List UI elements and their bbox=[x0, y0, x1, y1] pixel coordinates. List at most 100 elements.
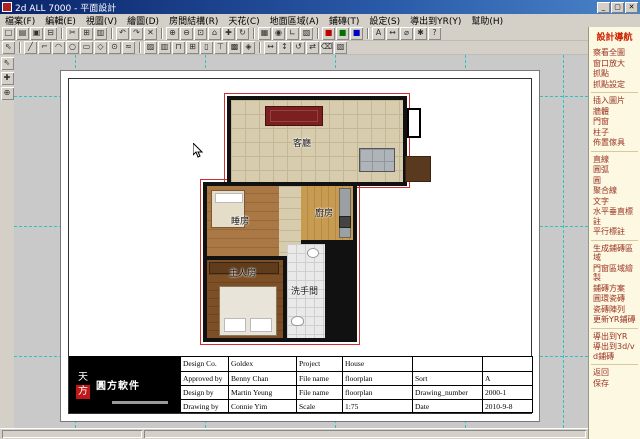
pointer-icon[interactable]: ⇖ bbox=[1, 57, 14, 70]
spline-icon[interactable]: ≈ bbox=[122, 41, 135, 54]
nav-item[interactable]: 平行標註 bbox=[591, 226, 638, 237]
print-icon[interactable]: ⊟ bbox=[44, 27, 57, 40]
nav-item[interactable]: 更新YR鋪磚 bbox=[591, 314, 638, 325]
panel-title: 設計導航 bbox=[589, 27, 640, 45]
ortho-icon[interactable]: ∟ bbox=[286, 27, 299, 40]
nav-item[interactable]: 返回 bbox=[591, 367, 638, 378]
pan-icon[interactable]: ✚ bbox=[222, 27, 235, 40]
dimension-horizontal-icon[interactable]: ↔ bbox=[264, 41, 277, 54]
save-file-icon[interactable]: ▣ bbox=[30, 27, 43, 40]
new-file-icon[interactable]: □ bbox=[2, 27, 15, 40]
erase-icon[interactable]: ⌫ bbox=[320, 41, 333, 54]
nav-item[interactable]: 抓點 bbox=[591, 68, 638, 79]
dimension-vertical-icon[interactable]: ↕ bbox=[278, 41, 291, 54]
circle-icon[interactable]: ○ bbox=[66, 41, 79, 54]
furniture-icon[interactable]: ⊤ bbox=[214, 41, 227, 54]
select-icon[interactable]: ⇖ bbox=[2, 41, 15, 54]
menu-item[interactable]: 導出到YR(Y) bbox=[405, 14, 466, 27]
menu-item[interactable]: 檔案(F) bbox=[0, 14, 40, 27]
nav-item[interactable]: 生成鋪磚區域 bbox=[591, 243, 638, 263]
image-icon[interactable]: ▧ bbox=[334, 41, 347, 54]
drawing-canvas[interactable]: 客廳 睡房 廚房 主人房 洗手間 天 方 圓方軟件 Design Co.Gold… bbox=[14, 55, 588, 428]
nav-item[interactable]: 佈置傢具 bbox=[591, 137, 638, 148]
menu-item[interactable]: 房間結構(R) bbox=[164, 14, 223, 27]
nav-item[interactable]: 圓環瓷磚 bbox=[591, 293, 638, 304]
status-cell bbox=[2, 430, 142, 438]
menu-item[interactable]: 設定(S) bbox=[364, 14, 405, 27]
measure-icon[interactable]: ⌀ bbox=[400, 27, 413, 40]
ellipse-icon[interactable]: ⊙ bbox=[108, 41, 121, 54]
nav-item[interactable]: 門窗 bbox=[591, 116, 638, 127]
hand-pan-icon[interactable]: ✚ bbox=[1, 72, 14, 85]
close-button[interactable]: ✕ bbox=[625, 2, 638, 13]
rectangle-icon[interactable]: ▭ bbox=[80, 41, 93, 54]
redo-icon[interactable]: ↷ bbox=[130, 27, 143, 40]
text-icon[interactable]: A bbox=[372, 27, 385, 40]
window-icon[interactable]: ⊞ bbox=[186, 41, 199, 54]
color-green-icon[interactable]: ■ bbox=[336, 27, 349, 40]
title-bar[interactable]: 2d ALL 7000 - 平面設計 _ ▢ ✕ bbox=[0, 0, 640, 14]
help-icon[interactable]: ? bbox=[428, 27, 441, 40]
copy-icon[interactable]: ⊞ bbox=[80, 27, 93, 40]
magnifier-icon[interactable]: ⊕ bbox=[1, 87, 14, 100]
line-icon[interactable]: ╱ bbox=[24, 41, 37, 54]
zoom-out-icon[interactable]: ⊖ bbox=[180, 27, 193, 40]
nav-item[interactable]: 抓點設定 bbox=[591, 79, 638, 90]
refresh-icon[interactable]: ↻ bbox=[236, 27, 249, 40]
nav-item[interactable]: 圓 bbox=[591, 175, 638, 186]
layers-icon[interactable]: ▧ bbox=[300, 27, 313, 40]
nav-item[interactable]: 文字 bbox=[591, 196, 638, 207]
arc-icon[interactable]: ◠ bbox=[52, 41, 65, 54]
menu-item[interactable]: 視圖(V) bbox=[81, 14, 122, 27]
menu-item[interactable]: 地面區域(A) bbox=[265, 14, 324, 27]
column-icon[interactable]: ▯ bbox=[200, 41, 213, 54]
door-icon[interactable]: ⊓ bbox=[172, 41, 185, 54]
nav-item[interactable]: 察看全圖 bbox=[591, 47, 638, 58]
nav-item[interactable]: 鋪磚方案 bbox=[591, 283, 638, 294]
rotate-icon[interactable]: ↺ bbox=[292, 41, 305, 54]
nav-item[interactable]: 插入圖片 bbox=[591, 95, 638, 106]
paste-icon[interactable]: ▥ bbox=[94, 27, 107, 40]
nav-item[interactable]: 水平垂直標註 bbox=[591, 206, 638, 226]
color-blue-icon[interactable]: ■ bbox=[350, 27, 363, 40]
nav-item[interactable]: 導出到3d/vd鋪磚 bbox=[591, 341, 638, 361]
nav-item[interactable]: 保存 bbox=[591, 378, 638, 389]
minimize-button[interactable]: _ bbox=[597, 2, 610, 13]
nav-item[interactable]: 導出到YR bbox=[591, 331, 638, 342]
nav-item[interactable]: 門窗區域繪製 bbox=[591, 263, 638, 283]
grid-icon[interactable]: ▦ bbox=[258, 27, 271, 40]
menu-item[interactable]: 編輯(E) bbox=[40, 14, 81, 27]
wall-icon[interactable]: ▥ bbox=[158, 41, 171, 54]
nav-item[interactable]: 柱子 bbox=[591, 127, 638, 138]
settings-icon[interactable]: ✱ bbox=[414, 27, 427, 40]
dimension-icon[interactable]: ↔ bbox=[386, 27, 399, 40]
zoom-window-icon[interactable]: ⊡ bbox=[194, 27, 207, 40]
undo-icon[interactable]: ↶ bbox=[116, 27, 129, 40]
delete-icon[interactable]: ✕ bbox=[144, 27, 157, 40]
maximize-button[interactable]: ▢ bbox=[611, 2, 624, 13]
tile-icon[interactable]: ▩ bbox=[228, 41, 241, 54]
nav-item[interactable]: 直線 bbox=[591, 154, 638, 165]
nav-item[interactable]: 圓弧 bbox=[591, 164, 638, 175]
zoom-extents-icon[interactable]: ⌂ bbox=[208, 27, 221, 40]
color-red-icon[interactable]: ■ bbox=[322, 27, 335, 40]
nav-item[interactable]: 瓷磚陣列 bbox=[591, 304, 638, 315]
menu-item[interactable]: 天花(C) bbox=[223, 14, 264, 27]
nav-item[interactable]: 聚合線 bbox=[591, 185, 638, 196]
master-bed bbox=[219, 286, 277, 336]
nav-item[interactable]: 牆體 bbox=[591, 106, 638, 117]
cut-icon[interactable]: ✂ bbox=[66, 27, 79, 40]
polyline-icon[interactable]: ⌐ bbox=[38, 41, 51, 54]
hatch-icon[interactable]: ▨ bbox=[144, 41, 157, 54]
open-file-icon[interactable]: ▤ bbox=[16, 27, 29, 40]
snap-icon[interactable]: ◉ bbox=[272, 27, 285, 40]
menu-item[interactable]: 繪圖(D) bbox=[122, 14, 164, 27]
mirror-icon[interactable]: ⇄ bbox=[306, 41, 319, 54]
toolbar-separator bbox=[161, 28, 163, 39]
zoom-in-icon[interactable]: ⊕ bbox=[166, 27, 179, 40]
menu-item[interactable]: 鋪磚(T) bbox=[324, 14, 365, 27]
polygon-icon[interactable]: ◇ bbox=[94, 41, 107, 54]
nav-item[interactable]: 窗口放大 bbox=[591, 58, 638, 69]
menu-item[interactable]: 幫助(H) bbox=[466, 14, 508, 27]
region-icon[interactable]: ◈ bbox=[242, 41, 255, 54]
